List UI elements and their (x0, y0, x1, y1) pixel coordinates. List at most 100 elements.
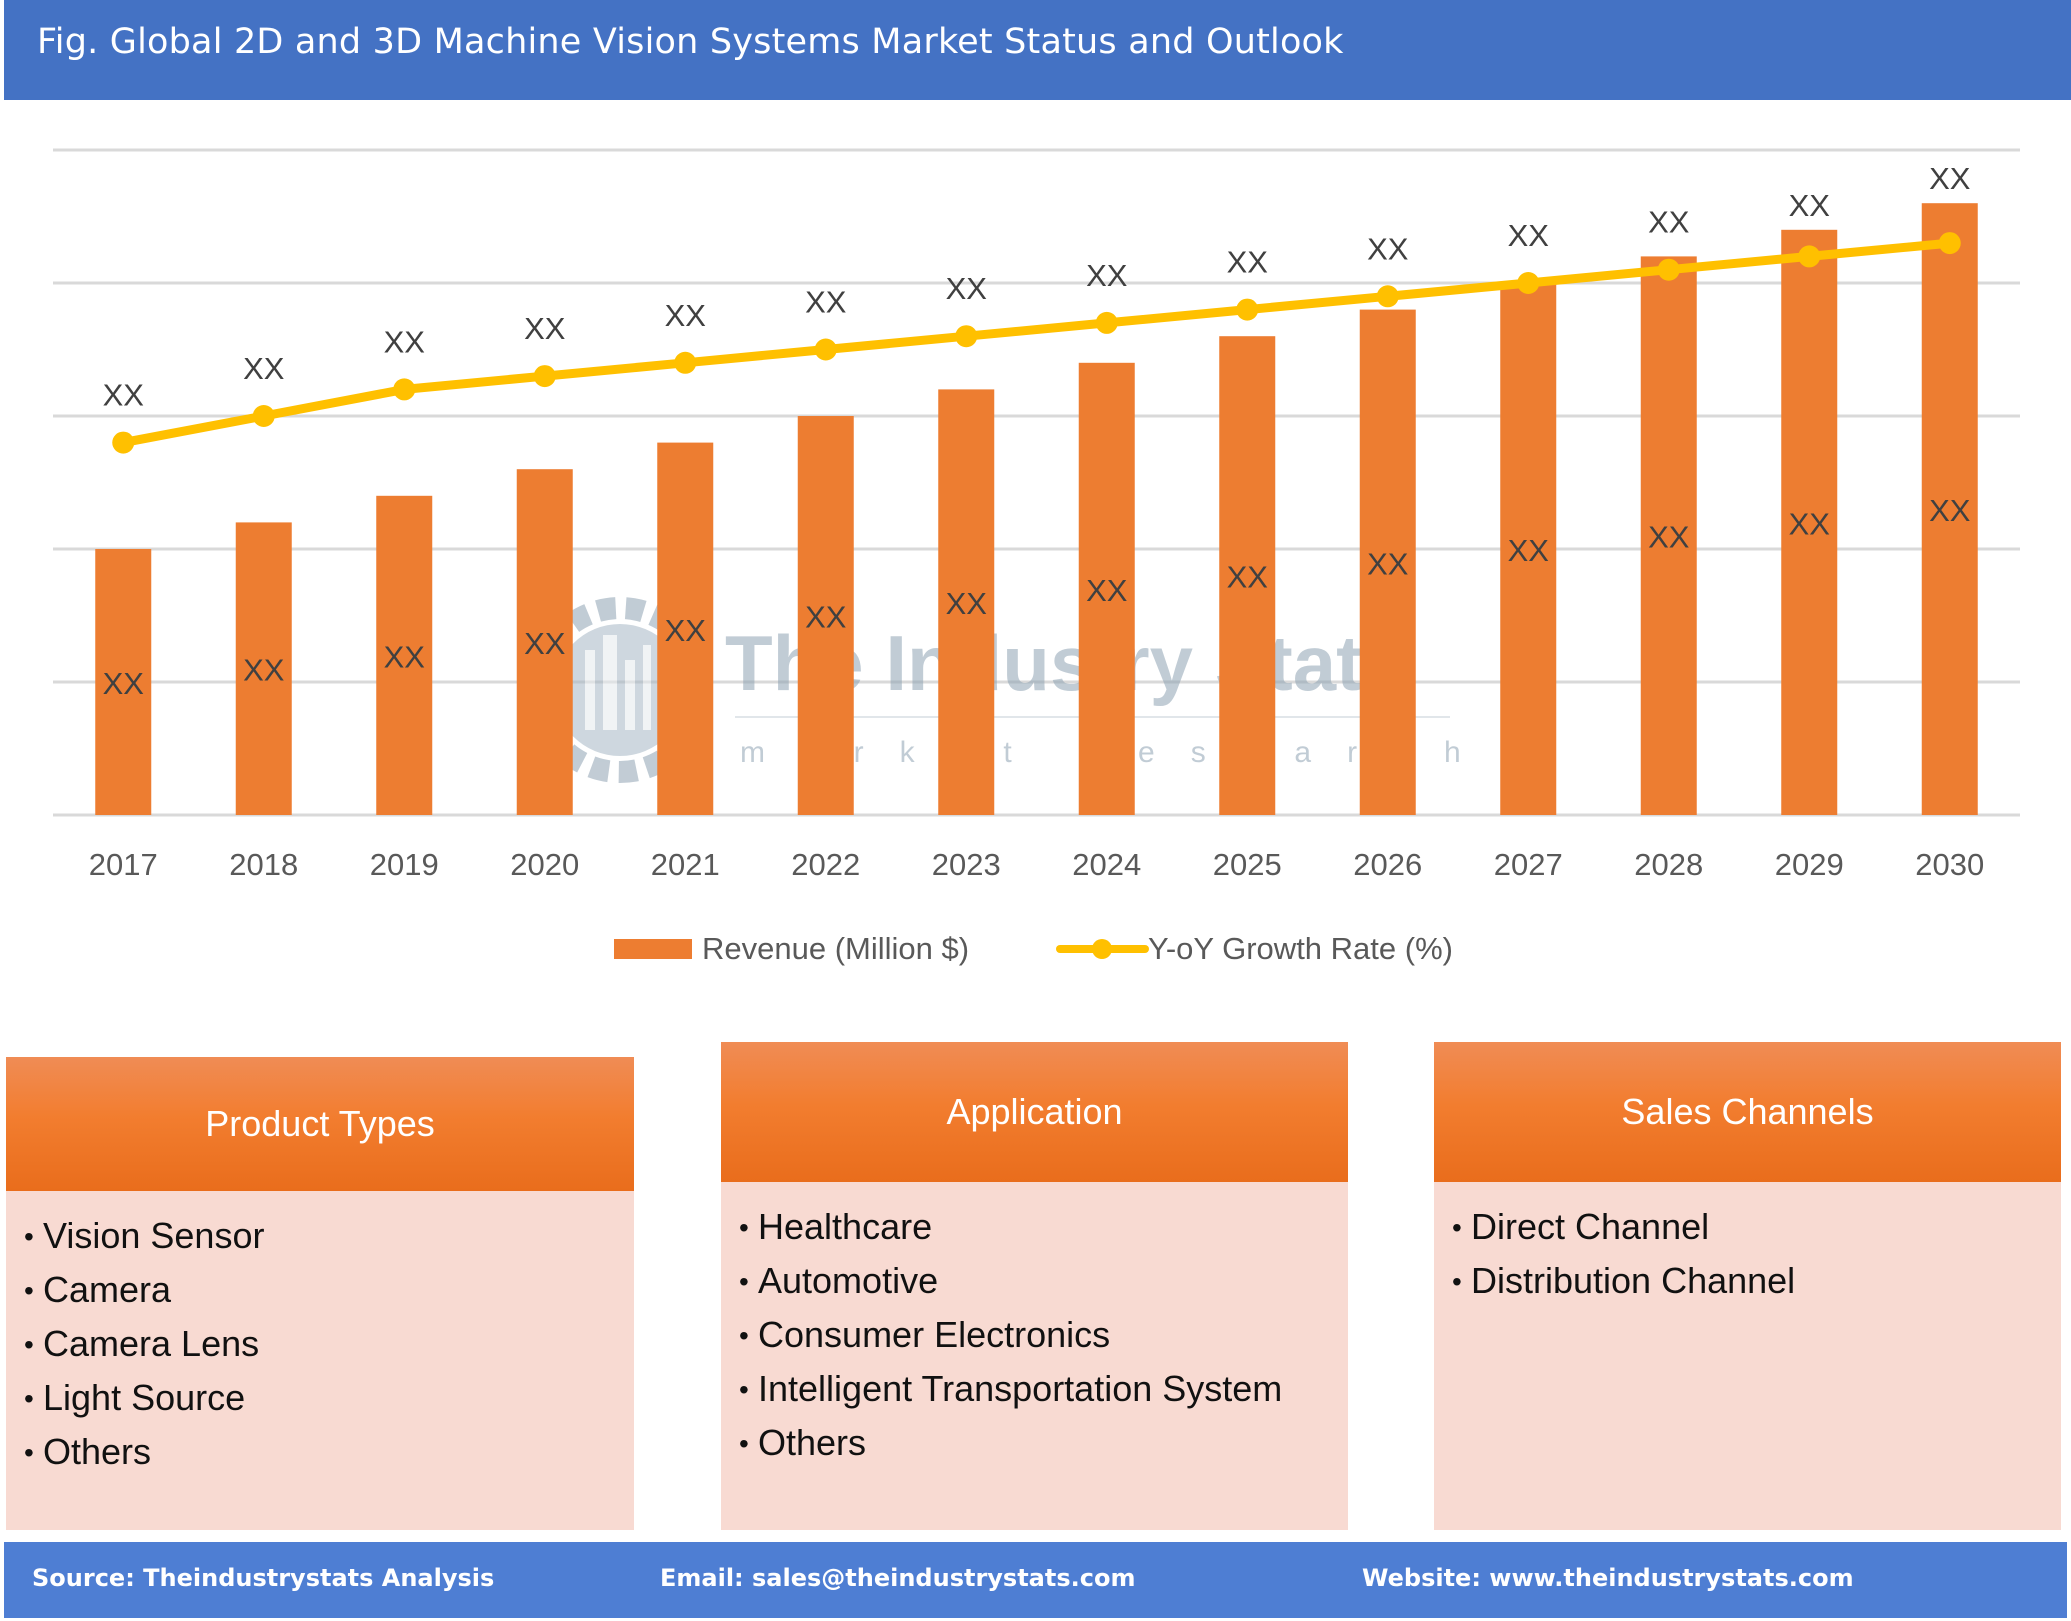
panel-sales-channels: Sales Channels • Direct Channel • Distribut… (1434, 1042, 2061, 1530)
sales-channels-list: • Direct Channel • Distribution Channel (1452, 1200, 1795, 1308)
growth-rate-marker (814, 338, 837, 361)
bullet-icon: • (739, 1428, 749, 1459)
x-axis-tick-label: 2018 (229, 847, 298, 882)
title-bar: Fig. Global 2D and 3D Machine Vision Sys… (4, 0, 2071, 100)
legend-growth-swatch-marker (1092, 939, 1112, 959)
growth-rate-marker (252, 405, 275, 427)
footer-bar: Source: Theindustrystats Analysis Email:… (4, 1542, 2067, 1618)
revenue-bar-label: XX (1367, 546, 1409, 581)
list-item: • Direct Channel (1452, 1200, 1795, 1254)
x-axis-tick-label: 2026 (1353, 847, 1422, 882)
panel-body-sales-channels: • Direct Channel • Distribution Channel (1434, 1182, 2061, 1530)
panel-header-product-types: Product Types (6, 1057, 634, 1191)
x-axis-tick-label: 2021 (651, 847, 720, 882)
legend-growth-label: Y-oY Growth Rate (%) (1148, 931, 1453, 966)
footer-website[interactable]: Website: www.theindustrystats.com (1362, 1564, 1854, 1592)
bullet-icon: • (1452, 1212, 1462, 1243)
growth-rate-label: XX (805, 285, 847, 320)
list-item: • Healthcare (739, 1200, 1282, 1254)
x-axis-tick-label: 2020 (510, 847, 579, 882)
application-list: • Healthcare • Automotive • Consumer Electron… (739, 1200, 1282, 1470)
growth-rate-label: XX (1789, 188, 1831, 223)
x-axis-tick-labels: 2017 2018 2019 2020 2021 2022 2023 2024 2025 2026… (89, 847, 1984, 882)
x-axis-tick-label: 2022 (791, 847, 860, 882)
list-item-label: Camera Lens (43, 1323, 260, 1364)
revenue-bar-label: XX (1227, 560, 1269, 595)
revenue-bar-label: XX (1508, 533, 1550, 568)
x-axis-tick-label: 2017 (89, 847, 158, 882)
list-item-label: Intelligent Transportation System (758, 1368, 1283, 1409)
growth-rate-marker (955, 325, 978, 348)
bullet-icon: • (739, 1212, 749, 1243)
revenue-bar-label: XX (1086, 573, 1128, 608)
revenue-bar-label: XX (524, 626, 566, 661)
growth-rate-marker (674, 351, 697, 374)
list-item-label: Vision Sensor (43, 1215, 265, 1256)
growth-rate-marker (1095, 311, 1118, 334)
bullet-icon: • (24, 1383, 34, 1414)
growth-rate-label: XX (665, 298, 707, 333)
footer-source: Source: Theindustrystats Analysis (32, 1564, 495, 1592)
gridlines (53, 148, 2020, 817)
x-axis-tick-label: 2019 (370, 847, 439, 882)
x-axis-tick-label: 2029 (1775, 847, 1844, 882)
panel-header-sales-channels: Sales Channels (1434, 1042, 2061, 1182)
product-types-list: • Vision Sensor • Camera • Camera Lens • Light … (24, 1209, 264, 1479)
list-item-label: Direct Channel (1471, 1206, 1710, 1247)
x-axis-tick-label: 2025 (1213, 847, 1282, 882)
legend-revenue-swatch (614, 939, 692, 959)
footer-email[interactable]: Email: sales@theindustrystats.com (660, 1564, 1135, 1592)
growth-rate-label: XX (1929, 161, 1971, 196)
revenue-bar-label: XX (103, 666, 145, 701)
list-item: • Camera Lens (24, 1317, 264, 1371)
list-item-label: Camera (43, 1269, 172, 1310)
growth-rate-label: XX (1648, 205, 1690, 240)
x-axis-tick-label: 2027 (1494, 847, 1563, 882)
panel-body-product-types: • Vision Sensor • Camera • Camera Lens • Light … (6, 1191, 634, 1530)
panel-product-types: Product Types • Vision Sensor • Camera • Came… (6, 1057, 634, 1530)
bullet-icon: • (24, 1437, 34, 1468)
revenue-bar-label: XX (1789, 506, 1831, 541)
list-item-label: Others (43, 1431, 152, 1472)
bullet-icon: • (24, 1221, 34, 1252)
panel-header-application: Application (721, 1042, 1348, 1182)
revenue-bars (95, 203, 1978, 816)
bullet-icon: • (24, 1329, 34, 1360)
growth-rate-marker (112, 431, 135, 454)
growth-rate-label: XX (1227, 245, 1269, 280)
list-item: • Consumer Electronics (739, 1308, 1282, 1362)
legend-revenue-label: Revenue (Million $) (702, 931, 969, 966)
list-item-label: Distribution Channel (1471, 1260, 1796, 1301)
list-item: • Automotive (739, 1254, 1282, 1308)
growth-rate-label: XX (1367, 231, 1409, 266)
bullet-icon: • (739, 1374, 749, 1405)
panel-body-application: • Healthcare • Automotive • Consumer Electron… (721, 1182, 1348, 1530)
revenue-bar-label: XX (805, 600, 847, 635)
list-item: • Vision Sensor (24, 1209, 264, 1263)
revenue-bar-label: XX (1648, 520, 1690, 555)
growth-rate-label: XX (524, 311, 566, 346)
revenue-bar-label: XX (1929, 493, 1971, 528)
growth-rate-marker (1517, 272, 1540, 294)
list-item: • Intelligent Transportation System (739, 1362, 1282, 1416)
list-item-label: Others (758, 1422, 867, 1463)
bullet-icon: • (739, 1266, 749, 1297)
growth-rate-marker (1798, 245, 1821, 268)
growth-rate-label: XX (1508, 218, 1550, 253)
bullet-icon: • (739, 1320, 749, 1351)
revenue-bar-label: XX (946, 586, 988, 621)
growth-rate-marker (1657, 258, 1680, 281)
bullet-icon: • (1452, 1266, 1462, 1297)
x-axis-tick-label: 2028 (1634, 847, 1703, 882)
revenue-bar-label: XX (384, 639, 426, 674)
growth-rate-label: XX (384, 324, 426, 359)
page-title: Fig. Global 2D and 3D Machine Vision Sys… (37, 22, 1344, 62)
list-item-label: Light Source (43, 1377, 246, 1418)
x-axis-tick-label: 2024 (1072, 847, 1141, 882)
list-item: • Others (24, 1425, 264, 1479)
x-axis-tick-label: 2023 (932, 847, 1001, 882)
bullet-icon: • (24, 1275, 34, 1306)
list-item: • Camera (24, 1263, 264, 1317)
growth-rate-label: XX (946, 271, 988, 306)
growth-rate-label: XX (103, 378, 145, 413)
